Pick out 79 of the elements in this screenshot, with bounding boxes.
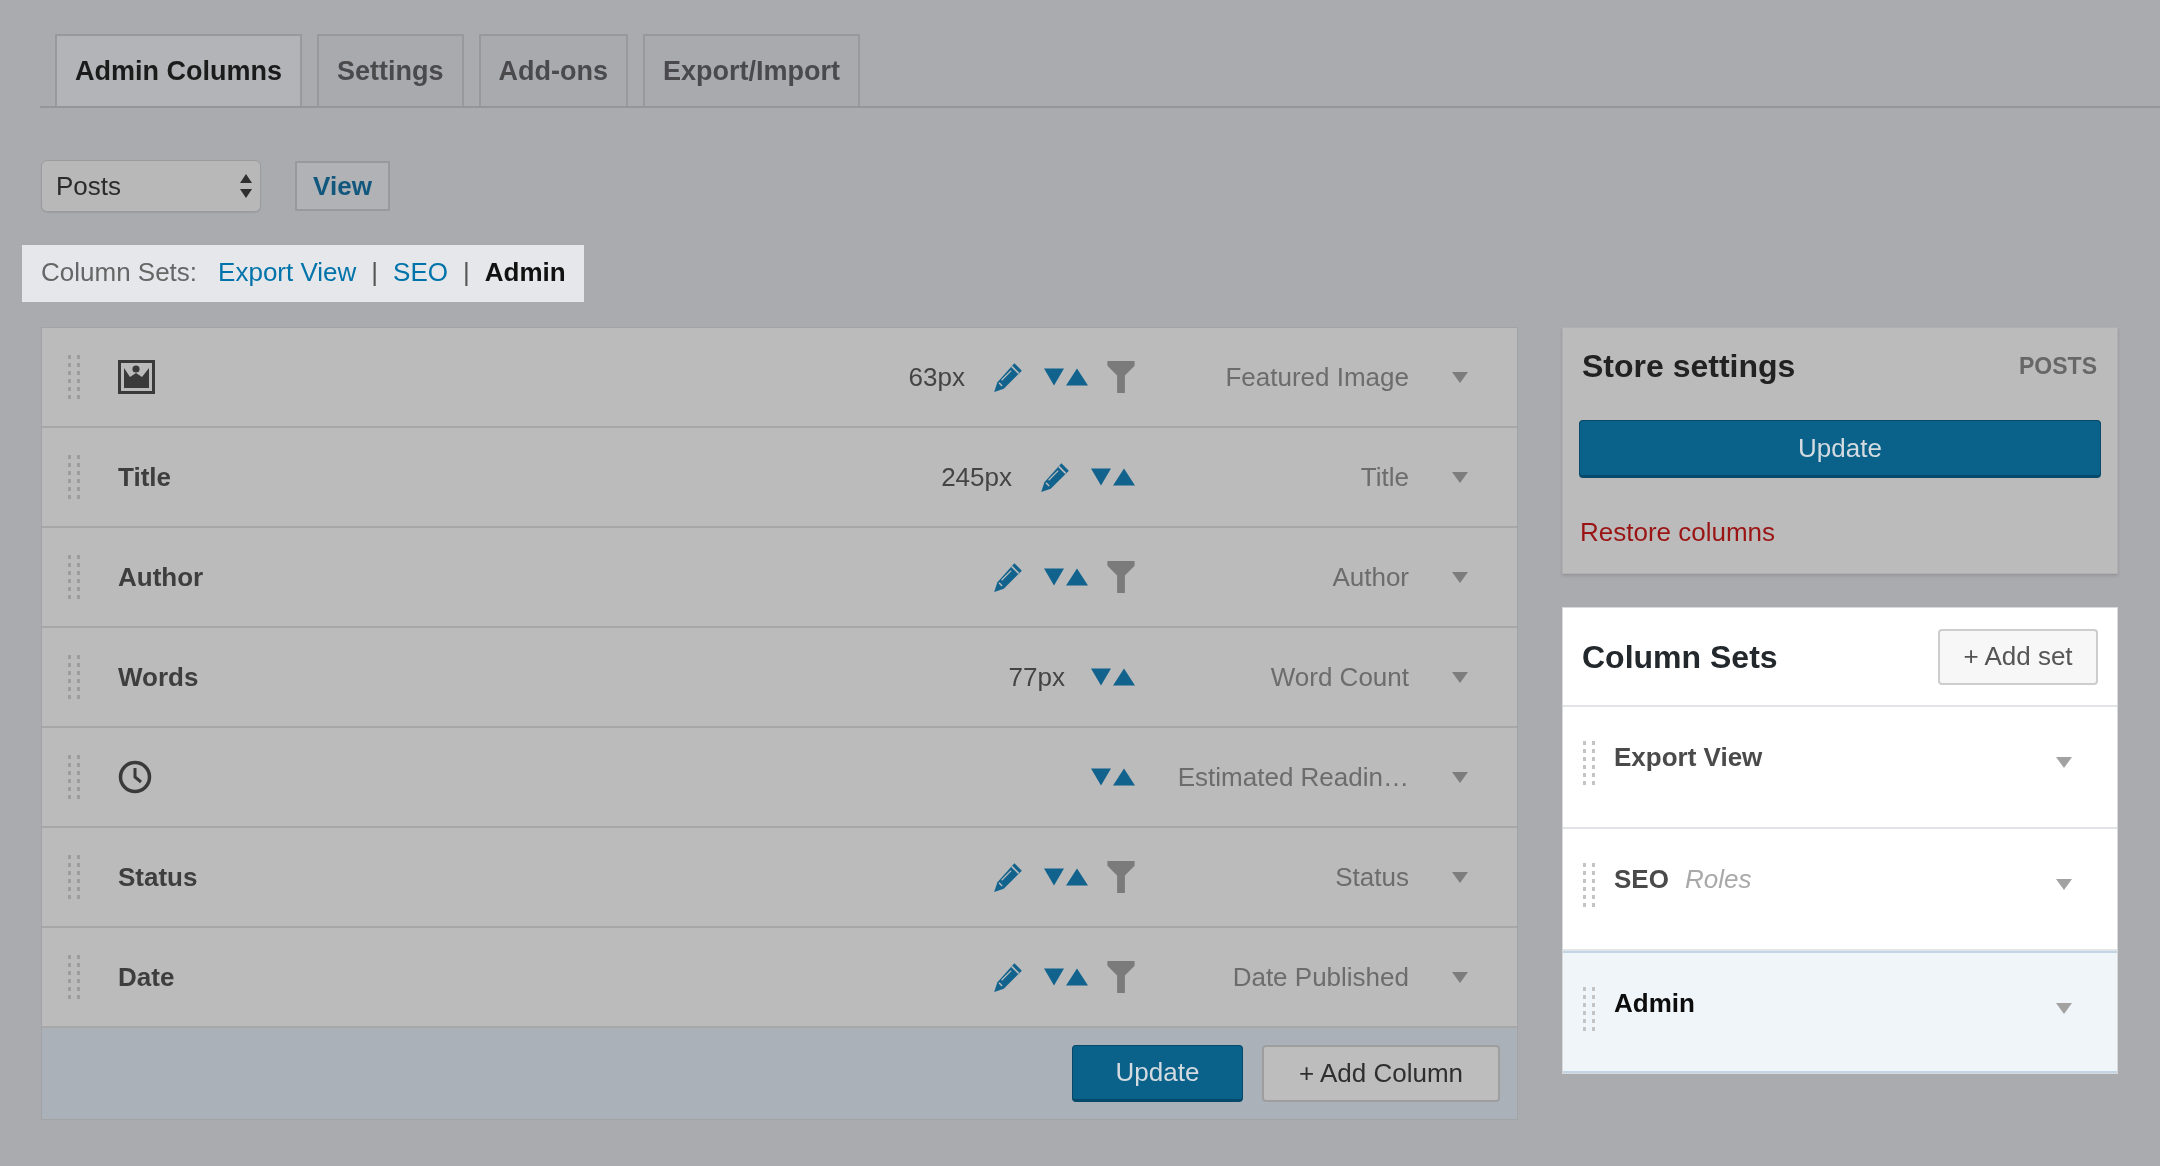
column-type-label[interactable]: Estimated Readin…	[1149, 757, 1409, 797]
column-label: Title	[118, 460, 171, 494]
pencil-icon[interactable]	[1038, 460, 1072, 494]
column-type-label[interactable]: Featured Image	[1149, 357, 1409, 397]
pencil-icon[interactable]	[991, 360, 1025, 394]
caret-icon[interactable]	[2056, 757, 2072, 768]
post-type-select[interactable]: Posts	[41, 160, 261, 212]
sort-icon[interactable]	[1044, 867, 1088, 887]
caret-icon[interactable]	[1452, 871, 1468, 883]
add-set-button[interactable]: + Add set	[1938, 628, 2098, 685]
drag-handle-icon[interactable]	[68, 855, 80, 899]
drag-handle-icon[interactable]	[68, 655, 80, 699]
set-name: Export View	[1614, 741, 1763, 773]
drag-handle-icon[interactable]	[68, 955, 80, 999]
drag-handle-icon[interactable]	[1583, 863, 1595, 907]
filter-icon[interactable]	[1107, 560, 1135, 594]
pencil-icon[interactable]	[991, 560, 1025, 594]
column-type-label[interactable]: Word Count	[1149, 657, 1409, 697]
caret-icon[interactable]	[2056, 1003, 2072, 1014]
caret-icon[interactable]	[1452, 671, 1468, 683]
list-type-label: POSTS	[2019, 351, 2097, 381]
drag-handle-icon[interactable]	[68, 755, 80, 799]
caret-icon[interactable]	[1452, 571, 1468, 583]
update-button[interactable]: Update	[1072, 1045, 1243, 1102]
pencil-icon[interactable]	[991, 860, 1025, 894]
column-sets-label: Column Sets:	[41, 256, 198, 289]
panel-title: Store settings	[1582, 348, 1796, 384]
add-column-button[interactable]: + Add Column	[1262, 1045, 1500, 1102]
caret-icon[interactable]	[1452, 971, 1468, 983]
tab[interactable]: Export/Import	[643, 34, 860, 106]
caret-icon[interactable]	[1452, 471, 1468, 483]
restore-columns-link[interactable]: Restore columns	[1579, 516, 1776, 548]
tab[interactable]: Settings	[317, 34, 464, 106]
separator: |	[371, 256, 379, 289]
caret-icon[interactable]	[2056, 879, 2072, 890]
drag-handle-icon[interactable]	[1583, 987, 1595, 1031]
sort-icon[interactable]	[1044, 967, 1088, 987]
column-label: Author	[118, 560, 204, 594]
sort-icon[interactable]	[1044, 367, 1088, 387]
drag-handle-icon[interactable]	[68, 555, 80, 599]
sort-icon[interactable]	[1091, 767, 1135, 787]
set-roles: Roles	[1684, 863, 1752, 895]
column-width: 77px	[1008, 660, 1065, 694]
set-link[interactable]: SEO	[393, 253, 449, 292]
view-button[interactable]: View	[295, 161, 390, 211]
filter-icon[interactable]	[1107, 860, 1135, 894]
image-icon	[118, 360, 155, 394]
column-type-label[interactable]: Date Published	[1149, 957, 1409, 997]
separator: |	[463, 256, 470, 289]
caret-icon[interactable]	[1452, 371, 1468, 383]
sort-icon[interactable]	[1091, 467, 1135, 487]
tab[interactable]: Admin Columns	[55, 34, 302, 106]
column-label: Status	[118, 860, 198, 894]
sort-icon[interactable]	[1091, 667, 1135, 687]
column-type-label[interactable]: Status	[1149, 857, 1409, 897]
current-set-label: Admin	[484, 256, 566, 289]
column-label: Words	[118, 660, 199, 694]
column-type-label[interactable]: Author	[1149, 557, 1409, 597]
pencil-icon[interactable]	[991, 960, 1025, 994]
drag-handle-icon[interactable]	[1583, 741, 1595, 785]
update-button[interactable]: Update	[1579, 420, 2101, 478]
column-width: 63px	[908, 360, 965, 394]
tab[interactable]: Add-ons	[478, 34, 628, 106]
set-name: Admin	[1614, 987, 1695, 1019]
caret-icon[interactable]	[1452, 771, 1468, 783]
drag-handle-icon[interactable]	[68, 355, 80, 399]
select-arrows-icon	[240, 174, 252, 198]
panel-title: Column Sets	[1582, 637, 1778, 677]
filter-icon[interactable]	[1107, 360, 1135, 394]
column-label: Date	[118, 960, 175, 994]
column-width: 245px	[941, 460, 1012, 494]
drag-handle-icon[interactable]	[68, 455, 80, 499]
filter-icon[interactable]	[1107, 960, 1135, 994]
set-name: SEO	[1614, 863, 1669, 895]
sort-icon[interactable]	[1044, 567, 1088, 587]
column-type-label[interactable]: Title	[1149, 457, 1409, 497]
set-link[interactable]: Export View	[218, 253, 357, 292]
clock-icon	[118, 760, 152, 794]
column-set-item[interactable]: Admin	[1563, 951, 2117, 1073]
